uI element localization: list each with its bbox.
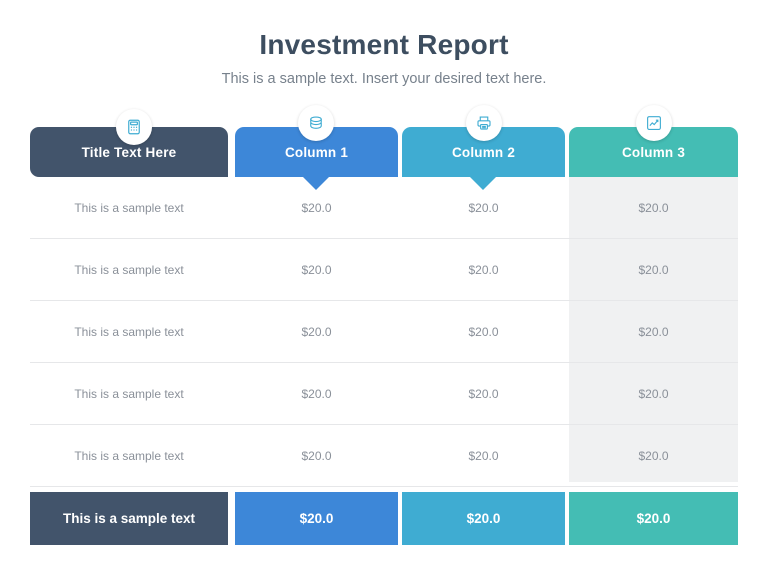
table-cell: $20.0 [468, 262, 499, 277]
table-cell: $20.0 [638, 386, 669, 401]
table-cell: This is a sample text [74, 448, 184, 463]
total-cell-0: This is a sample text [30, 492, 228, 545]
coins-stack-icon [307, 114, 325, 132]
table-header-label-3: Column 3 [621, 144, 686, 160]
table-row[interactable]: This is a sample text $20.0 $20.0 $20.0 [30, 239, 738, 301]
header-icon-badge-2 [466, 105, 502, 141]
table-cell: $20.0 [638, 324, 669, 339]
table-header-label-1: Column 1 [284, 144, 349, 160]
calculator-icon [125, 118, 143, 136]
table-cell: $20.0 [468, 324, 499, 339]
header-icon-badge-3 [636, 105, 672, 141]
table-cell: $20.0 [301, 448, 332, 463]
table-total-row[interactable]: This is a sample text $20.0 $20.0 $20.0 [30, 492, 738, 545]
table-cell: $20.0 [301, 262, 332, 277]
table-cell: $20.0 [301, 200, 332, 215]
total-cell-2: $20.0 [402, 492, 565, 545]
table-cell: This is a sample text [74, 262, 184, 277]
page-title: Investment Report [259, 29, 509, 60]
table-header-row: Title Text Here Column 1 Column 2 Column… [30, 105, 738, 190]
slide: Investment Report This is a sample text.… [0, 0, 768, 576]
table-header-label-2: Column 2 [451, 144, 516, 160]
table-body: This is a sample text $20.0 $20.0 $20.0 … [30, 177, 738, 487]
table-row[interactable]: This is a sample text $20.0 $20.0 $20.0 [30, 301, 738, 363]
investment-table: Title Text Here Column 1 Column 2 Column… [30, 105, 738, 545]
total-cell-3: $20.0 [569, 492, 738, 545]
table-cell: This is a sample text [74, 324, 184, 339]
header-icon-badge-0 [116, 109, 152, 145]
table-row[interactable]: This is a sample text $20.0 $20.0 $20.0 [30, 425, 738, 487]
table-cell: $20.0 [638, 262, 669, 277]
table-cell: $20.0 [638, 200, 669, 215]
line-chart-icon [645, 114, 663, 132]
table-cell: $20.0 [638, 448, 669, 463]
table-cell: $20.0 [301, 324, 332, 339]
header-icon-badge-1 [298, 105, 334, 141]
table-cell: $20.0 [468, 448, 499, 463]
page-subtitle: This is a sample text. Insert your desir… [221, 71, 547, 87]
table-cell: $20.0 [301, 386, 332, 401]
table-row[interactable]: This is a sample text $20.0 $20.0 $20.0 [30, 177, 738, 239]
table-cell: This is a sample text [74, 200, 184, 215]
table-cell: $20.0 [468, 386, 499, 401]
printer-icon [475, 114, 493, 132]
title-block: Investment Report This is a sample text.… [0, 28, 768, 89]
table-cell: This is a sample text [74, 386, 184, 401]
table-header-label-0: Title Text Here [81, 144, 177, 160]
total-cell-1: $20.0 [235, 492, 398, 545]
table-row[interactable]: This is a sample text $20.0 $20.0 $20.0 [30, 363, 738, 425]
table-cell: $20.0 [468, 200, 499, 215]
